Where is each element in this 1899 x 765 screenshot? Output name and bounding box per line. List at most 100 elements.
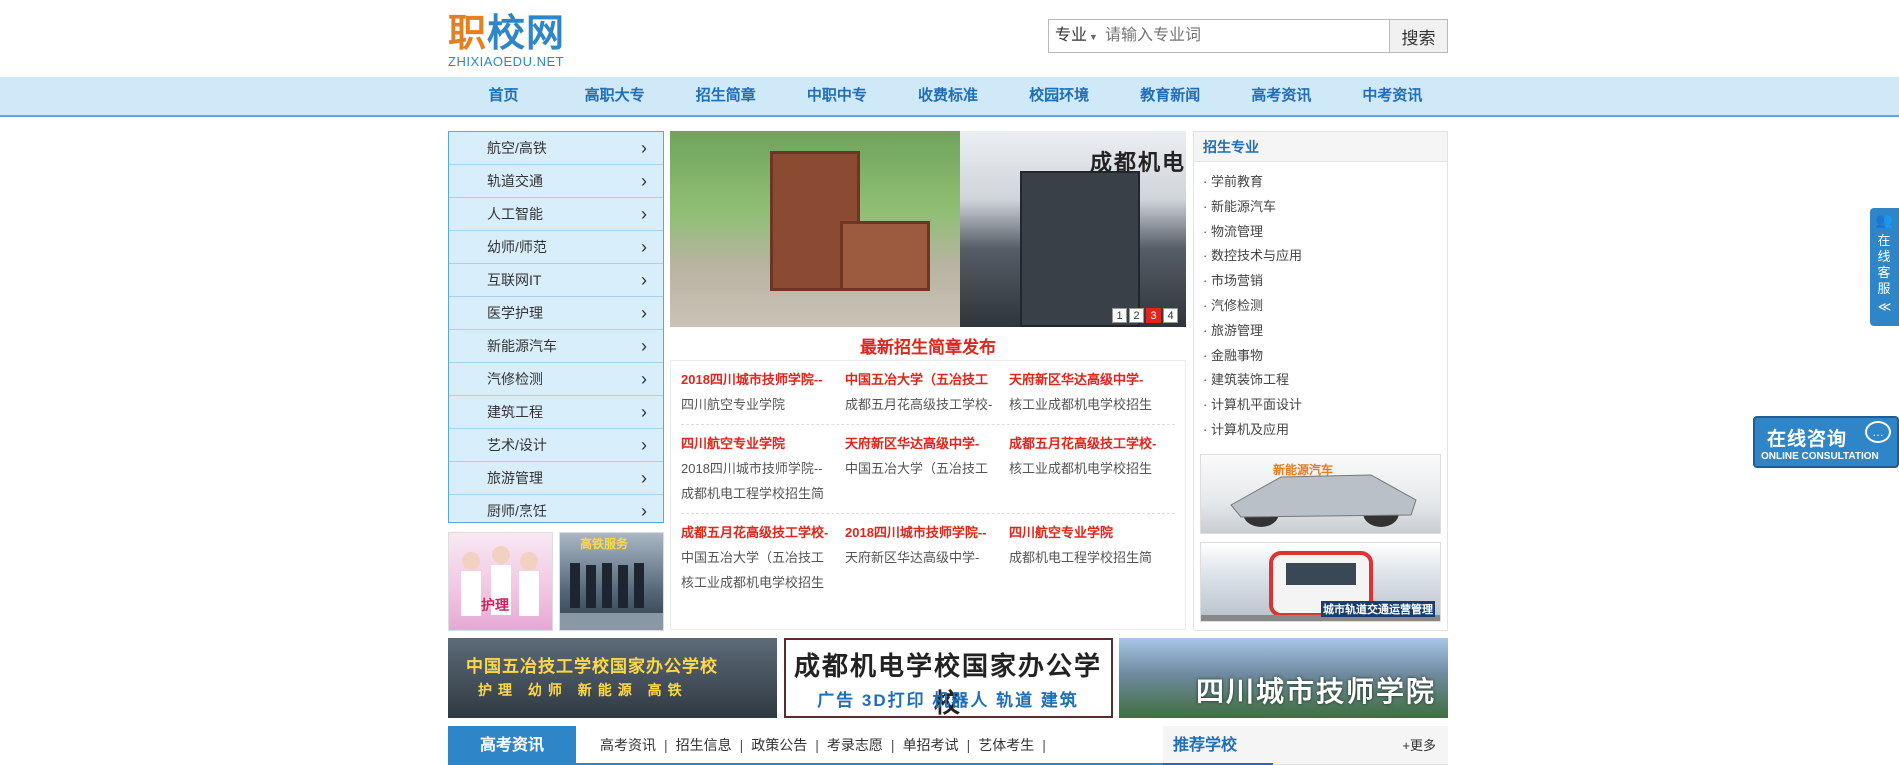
online-consultation-button[interactable]: 在线咨询 ONLINE CONSULTATION … — [1753, 416, 1899, 468]
major-item[interactable]: · 新能源汽车 — [1203, 195, 1447, 220]
news-link[interactable]: 中国五冶大学（五冶技工 — [845, 456, 1003, 481]
chevron-right-icon: › — [641, 336, 647, 356]
news-link[interactable]: 核工业成都机电学校招生 — [1009, 392, 1167, 417]
major-item[interactable]: · 数控技术与应用 — [1203, 244, 1447, 269]
gaokao-link[interactable]: 高考资讯 — [600, 726, 656, 765]
major-item[interactable]: · 物流管理 — [1203, 220, 1447, 245]
nav-item[interactable]: 教育新闻 — [1115, 77, 1226, 115]
search-input[interactable] — [1099, 20, 1389, 52]
nav-item[interactable]: 首页 — [448, 77, 559, 115]
rail-transit-image[interactable]: 城市轨道交通运营管理 — [1200, 542, 1441, 622]
chevron-right-icon: › — [641, 369, 647, 389]
slider-dot[interactable]: 3 — [1146, 308, 1161, 323]
category-menu-item[interactable]: 旅游管理 › — [449, 462, 663, 495]
news-link[interactable]: 2018四川城市技师学院-- — [681, 367, 839, 392]
major-item[interactable]: · 学前教育 — [1203, 170, 1447, 195]
bullet-icon: · — [1203, 273, 1211, 289]
gaokao-link[interactable]: 考录志愿 — [827, 726, 883, 765]
category-menu-item[interactable]: 汽修检测 › — [449, 363, 663, 396]
news-link[interactable]: 核工业成都机电学校招生 — [681, 570, 839, 595]
major-item[interactable]: · 金融事物 — [1203, 344, 1447, 369]
nav-item[interactable]: 校园环境 — [1004, 77, 1115, 115]
category-label: 轨道交通 — [487, 173, 543, 189]
category-menu-item[interactable]: 互联网IT › — [449, 264, 663, 297]
news-link[interactable]: 中国五冶大学（五冶技工 — [845, 367, 1003, 392]
category-label: 幼师/师范 — [487, 239, 547, 255]
category-menu-item[interactable]: 医学护理 › — [449, 297, 663, 330]
chengdu-jidian-ad[interactable]: 成都机电学校国家办公学校 广告 3D打印 机器人 轨道 建筑 — [783, 638, 1113, 718]
category-menu-item[interactable]: 幼师/师范 › — [449, 231, 663, 264]
nav-item[interactable]: 中考资讯 — [1337, 77, 1448, 115]
logo-part1: 职 — [448, 13, 488, 55]
major-label: 建筑装饰工程 — [1210, 372, 1289, 388]
category-label: 医学护理 — [487, 305, 543, 321]
news-link[interactable]: 四川航空专业学院 — [681, 431, 839, 456]
news-link[interactable]: 成都机电工程学校招生简 — [1009, 545, 1167, 570]
news-link[interactable]: 成都五月花高级技工学校- — [845, 392, 1003, 417]
recommend-schools-header: 推荐学校 +更多 — [1163, 726, 1448, 765]
category-menu-item[interactable]: 艺术/设计 › — [449, 429, 663, 462]
category-menu-item[interactable]: 建筑工程 › — [449, 396, 663, 429]
gaokao-link[interactable]: 招生信息 — [676, 726, 732, 765]
major-item[interactable]: · 旅游管理 — [1203, 319, 1447, 344]
major-item[interactable]: · 汽修检测 — [1203, 294, 1447, 319]
major-item[interactable]: · 建筑装饰工程 — [1203, 368, 1447, 393]
tab-gaokao[interactable]: 高考资讯 — [448, 726, 576, 765]
wuye-school-ad[interactable]: 中国五冶技工学校国家办公学校 护理 幼师 新能源 高铁 — [448, 638, 777, 718]
category-menu-item[interactable]: 人工智能 › — [449, 198, 663, 231]
nursing-promo-image[interactable]: 护理 — [448, 532, 553, 631]
category-menu-item[interactable]: 新能源汽车 › — [449, 330, 663, 363]
major-item[interactable]: · 计算机平面设计 — [1203, 393, 1447, 418]
news-column: 2018四川城市技师学院-- 天府新区华达高级中学- — [845, 520, 1009, 595]
new-energy-car-label: 新能源汽车 — [1273, 463, 1334, 477]
category-label: 建筑工程 — [487, 404, 543, 420]
category-label: 互联网IT — [487, 272, 542, 288]
news-link[interactable]: 2018四川城市技师学院-- — [681, 456, 839, 481]
news-link[interactable]: 天府新区华达高级中学- — [845, 545, 1003, 570]
news-link[interactable]: 天府新区华达高级中学- — [1009, 367, 1167, 392]
category-menu-item[interactable]: 轨道交通 › — [449, 165, 663, 198]
category-menu-item[interactable]: 厨师/烹饪 › — [449, 495, 663, 528]
main-nav: 首页 高职大专 招生简章 中职中专 收费标准 校园环境 教育新闻 高考资讯 中考资讯 — [0, 77, 1899, 117]
slider-dot[interactable]: 2 — [1129, 308, 1144, 323]
slider-dots: 1234 — [1112, 308, 1178, 323]
site-logo[interactable]: 职校网 ZHIXIAOEDU.NET — [448, 12, 565, 69]
nav-item[interactable]: 高考资讯 — [1226, 77, 1337, 115]
search-category-select[interactable]: 专业 ▼ — [1049, 20, 1099, 52]
page: 职校网 ZHIXIAOEDU.NET 专业▼ 搜索 首页高职大专招生简章中职中专… — [0, 0, 1899, 765]
search-button[interactable]: 搜索 — [1389, 20, 1447, 52]
chevron-right-icon: › — [641, 270, 647, 290]
news-link[interactable]: 四川航空专业学院 — [681, 392, 839, 417]
news-column: 四川航空专业学院 2018四川城市技师学院-- 成都机电工程学校招生简 — [681, 431, 845, 506]
bullet-icon: · — [1203, 322, 1211, 338]
wuye-ad-title: 中国五冶技工学校国家办公学校 — [466, 657, 718, 676]
news-link[interactable]: 成都五月花高级技工学校- — [1009, 431, 1167, 456]
news-link[interactable]: 四川航空专业学院 — [1009, 520, 1167, 545]
gaokao-link[interactable]: 艺体考生 — [978, 726, 1034, 765]
gaokao-link[interactable]: 单招考试 — [903, 726, 959, 765]
news-link[interactable]: 核工业成都机电学校招生 — [1009, 456, 1167, 481]
logo-part2: 校网 — [487, 13, 566, 55]
slider-dot[interactable]: 1 — [1112, 308, 1127, 323]
nav-item[interactable]: 中职中专 — [781, 77, 892, 115]
news-link[interactable]: 2018四川城市技师学院-- — [845, 520, 1003, 545]
major-item[interactable]: · 市场营销 — [1203, 269, 1447, 294]
banner-slider[interactable]: 成都机电 1234 — [670, 131, 1186, 327]
news-link[interactable]: 中国五冶大学（五冶技工 — [681, 545, 839, 570]
slider-dot[interactable]: 4 — [1163, 308, 1178, 323]
more-link[interactable]: +更多 — [1402, 726, 1436, 765]
news-link[interactable]: 天府新区华达高级中学- — [845, 431, 1003, 456]
major-item[interactable]: · 计算机及应用 — [1203, 418, 1447, 443]
gaokao-link[interactable]: 政策公告 — [751, 726, 807, 765]
news-link[interactable]: 成都机电工程学校招生简 — [681, 481, 839, 506]
nav-item[interactable]: 收费标准 — [892, 77, 1003, 115]
nav-item[interactable]: 高职大专 — [559, 77, 670, 115]
news-column: 天府新区华达高级中学- 中国五冶大学（五冶技工 — [845, 431, 1009, 506]
rail-service-promo-image[interactable]: 高铁服务 — [559, 532, 664, 631]
news-link[interactable]: 成都五月花高级技工学校- — [681, 520, 839, 545]
new-energy-car-image[interactable]: 新能源汽车 — [1200, 454, 1441, 534]
nav-item[interactable]: 招生简章 — [670, 77, 781, 115]
category-menu-item[interactable]: 航空/高铁 › — [449, 132, 663, 165]
online-service-sidebar[interactable]: 👥 在线客服 ≪ — [1870, 208, 1899, 326]
sichuan-city-technician-ad[interactable]: 四川城市技师学院 — [1119, 638, 1448, 718]
